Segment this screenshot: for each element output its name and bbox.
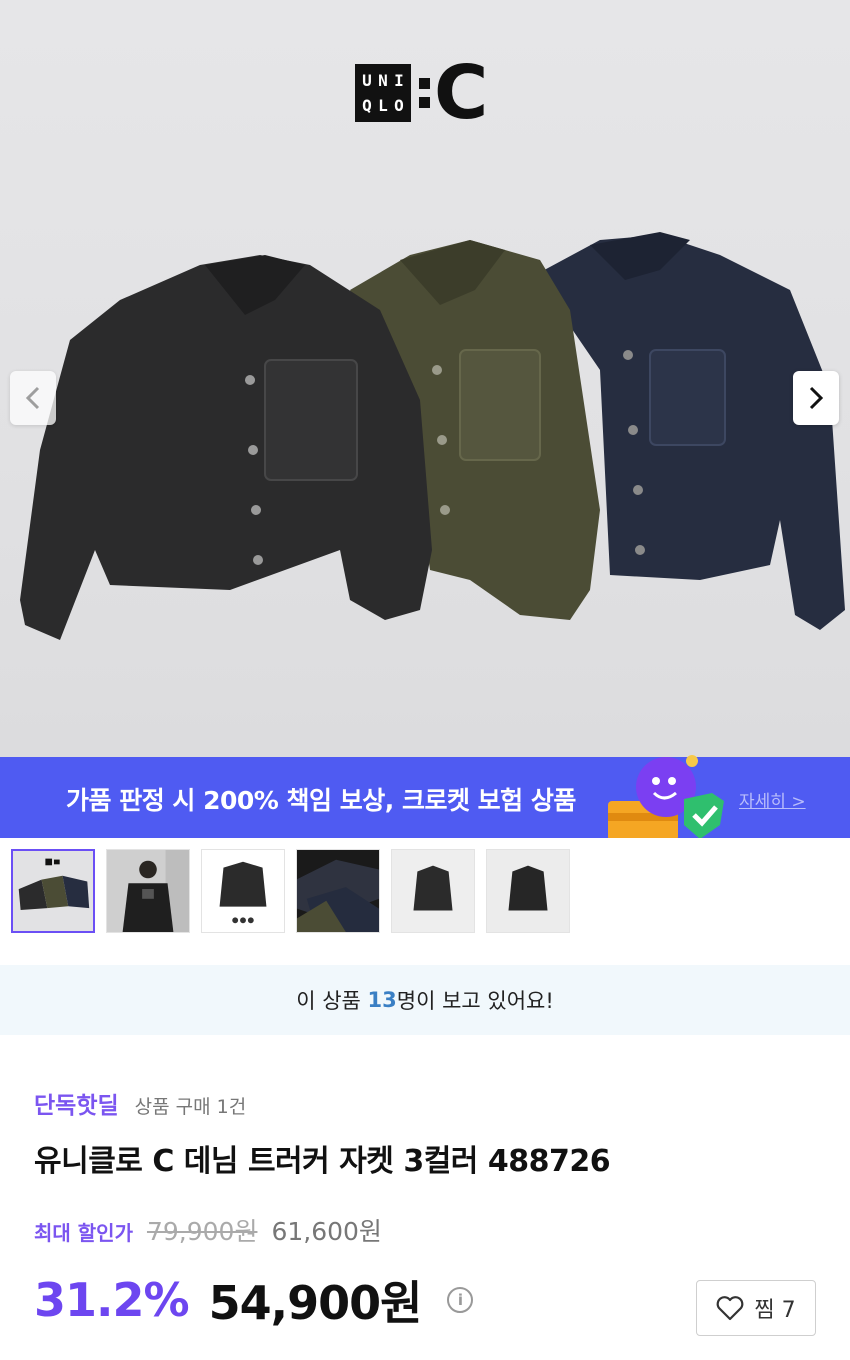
thumbnail-image (202, 850, 284, 932)
wishlist-label: 찜 7 (754, 1298, 796, 1323)
max-discount-row: 최대 할인가 79,900원 61,600원 (34, 1212, 382, 1248)
thumbnail-image (297, 850, 379, 932)
thumbnail-6[interactable] (486, 849, 570, 933)
heart-icon (716, 1296, 744, 1321)
thumbnail-image (13, 851, 93, 931)
final-price: 54,900원 (208, 1276, 423, 1330)
thumbnail-4[interactable] (296, 849, 380, 933)
price-info-icon[interactable]: i (447, 1287, 474, 1313)
thumbnail-image (487, 850, 569, 932)
logo-c: C (434, 50, 488, 136)
thumbnail-image (392, 850, 474, 932)
insurance-banner[interactable]: 가품 판정 시 200% 책임 보상, 크로켓 보험 상품 자세히 > (0, 755, 850, 841)
viewers-count: 13 (367, 988, 397, 1012)
banner-detail-link[interactable]: 자세히 > (739, 787, 806, 812)
viewers-suffix: 명이 보고 있어요! (396, 989, 554, 1013)
logo-letter: O (394, 96, 404, 115)
chevron-right-icon (809, 386, 824, 410)
logo-letter: N (378, 71, 388, 90)
discount-rate: 31.2% (34, 1273, 190, 1327)
purchase-count: 상품 구매 1건 (134, 1096, 247, 1118)
wishlist-button[interactable]: 찜 7 (696, 1280, 816, 1336)
logo-letter: Q (362, 96, 372, 115)
max-discount-label: 최대 할인가 (34, 1221, 133, 1245)
banner-text: 가품 판정 시 200% 책임 보상, 크로켓 보험 상품 (66, 786, 576, 815)
thumbnail-strip (0, 838, 850, 965)
jackets-image (20, 232, 845, 640)
viewers-notice: 이 상품 13 명이 보고 있어요! (0, 965, 850, 1035)
uniqlo-logo-box: U N I Q L O (355, 64, 411, 122)
deal-row: 단독핫딜 상품 구매 1건 (34, 1086, 246, 1120)
thumbnail-3[interactable] (201, 849, 285, 933)
deal-tag: 단독핫딜 (34, 1093, 119, 1119)
original-price: 79,900원 (146, 1217, 258, 1246)
product-title: 유니클로 C 데님 트러커 자켓 3컬러 488726 (34, 1144, 611, 1179)
logo-letter: L (378, 96, 388, 115)
price-row: 31.2% 54,900원 i (34, 1267, 474, 1333)
chevron-left-icon (25, 386, 40, 410)
black-jacket (20, 255, 432, 640)
thumbnail-image (107, 850, 189, 932)
product-image-carousel[interactable]: U N I Q L O C (0, 0, 850, 757)
croket-mascot-icon (608, 755, 724, 841)
logo-letter: I (394, 71, 404, 90)
logo-letter: U (362, 71, 372, 90)
carousel-prev-button[interactable] (10, 371, 56, 425)
thumbnail-5[interactable] (391, 849, 475, 933)
logo-colon (419, 78, 430, 108)
viewers-prefix: 이 상품 (296, 989, 368, 1013)
thumbnail-1[interactable] (11, 849, 95, 933)
carousel-next-button[interactable] (793, 371, 839, 425)
thumbnail-2[interactable] (106, 849, 190, 933)
coupon-price: 61,600원 (271, 1217, 382, 1246)
uniqlo-c-logo: U N I Q L O C (355, 50, 488, 136)
